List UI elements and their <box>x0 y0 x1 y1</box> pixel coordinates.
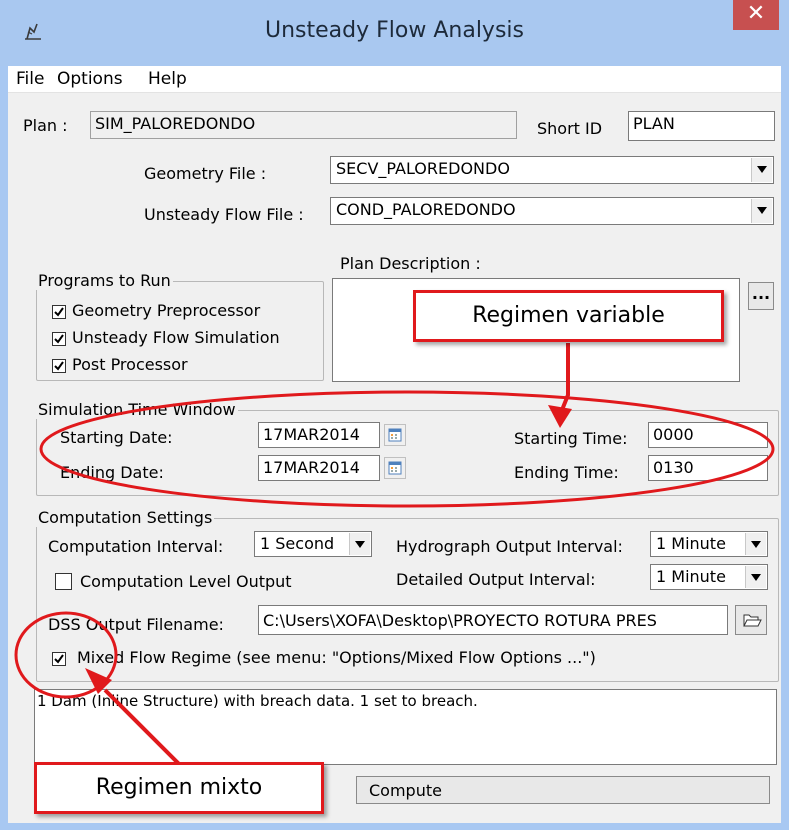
variable-arrow <box>560 343 570 411</box>
mixto-arrowhead <box>85 668 112 694</box>
regimen-mixto-callout: Regimen mixto <box>34 762 324 814</box>
time-window-highlight-ellipse <box>39 390 775 508</box>
variable-arrowhead <box>548 405 572 428</box>
mixto-arrow <box>103 688 182 767</box>
regimen-variable-callout: Regimen variable <box>413 290 724 342</box>
annotation-overlay <box>14 343 775 767</box>
